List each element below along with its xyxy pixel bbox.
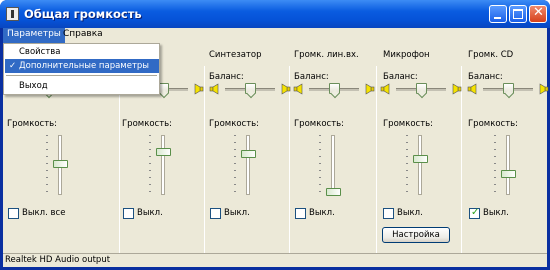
- close-button[interactable]: ✕: [529, 5, 547, 23]
- speaker-left-icon: [380, 83, 392, 95]
- mute-label: Выкл.: [397, 208, 423, 218]
- menu-item-label: Свойства: [19, 47, 61, 57]
- volume-slider-thumb[interactable]: [156, 148, 171, 156]
- speaker-left-icon: [209, 83, 221, 95]
- speaker-right-icon: [192, 83, 204, 95]
- close-icon: ✕: [533, 5, 544, 20]
- balance-label: Баланс:: [209, 72, 244, 82]
- minimize-button[interactable]: [489, 5, 507, 23]
- mute-checkbox-checked[interactable]: [469, 207, 480, 219]
- speaker-right-icon: [450, 83, 462, 95]
- volume-slider-track[interactable]: [418, 135, 422, 195]
- column-title-cd: Громк. CD: [468, 50, 514, 60]
- app-icon[interactable]: [6, 7, 19, 21]
- speaker-right-icon: [279, 83, 291, 95]
- title-bar[interactable]: Общая громкость ✕: [0, 0, 550, 28]
- mute-checkbox[interactable]: [123, 208, 134, 219]
- volume-slider-thumb[interactable]: [241, 150, 256, 158]
- parameters-menu: Свойства ✓ Дополнительные параметры Выход: [3, 43, 160, 95]
- column-title-mic: Микрофон: [383, 50, 430, 60]
- balance-label: Баланс:: [383, 72, 418, 82]
- mute-all-checkbox[interactable]: [8, 208, 19, 219]
- menu-bar: Параметры Справка: [3, 28, 547, 43]
- volume-label: Громкость:: [122, 119, 173, 129]
- volume-slider-track[interactable]: [506, 135, 510, 195]
- menu-item-label: Дополнительные параметры: [19, 61, 150, 71]
- balance-slider-thumb[interactable]: [503, 83, 514, 94]
- mute-label: Выкл.: [483, 208, 509, 218]
- maximize-button[interactable]: [509, 5, 527, 23]
- volume-ticks: [494, 135, 496, 195]
- balance-slider-thumb[interactable]: [245, 83, 256, 94]
- volume-slider-track[interactable]: [161, 135, 165, 195]
- window-title: Общая громкость: [24, 7, 142, 21]
- status-bar: Realtek HD Audio output: [3, 253, 547, 267]
- volume-ticks: [234, 135, 236, 195]
- volume-ticks: [406, 135, 408, 195]
- balance-slider-thumb[interactable]: [416, 83, 427, 94]
- column-divider: [376, 66, 377, 258]
- settings-button[interactable]: Настройка: [382, 227, 450, 243]
- menu-help[interactable]: Справка: [59, 28, 107, 43]
- volume-slider-thumb[interactable]: [501, 170, 516, 178]
- volume-slider-track[interactable]: [246, 135, 250, 195]
- checkmark-icon: ✓: [9, 61, 17, 71]
- speaker-right-icon: [363, 83, 375, 95]
- mute-checkbox[interactable]: [210, 208, 221, 219]
- volume-slider-thumb[interactable]: [53, 160, 68, 168]
- window: Общая громкость ✕ Параметры Справка Синт…: [0, 0, 550, 270]
- menu-item-advanced[interactable]: ✓ Дополнительные параметры: [5, 59, 159, 73]
- menu-item-label: Выход: [19, 81, 48, 91]
- volume-slider-track[interactable]: [331, 135, 335, 195]
- balance-slider-thumb[interactable]: [329, 83, 340, 94]
- volume-ticks: [319, 135, 321, 195]
- mute-all-label: Выкл. все: [22, 208, 66, 218]
- mute-checkbox[interactable]: [383, 208, 394, 219]
- volume-slider-thumb[interactable]: [326, 188, 341, 196]
- mute-label: Выкл.: [309, 208, 335, 218]
- volume-label: Громкость:: [294, 119, 345, 129]
- column-title-line-in: Громк. лин.вх.: [294, 50, 359, 60]
- volume-ticks: [149, 135, 151, 195]
- volume-slider-thumb[interactable]: [413, 155, 428, 163]
- volume-label: Громкость:: [468, 119, 519, 129]
- speaker-right-icon: [537, 83, 549, 95]
- speaker-left-icon: [467, 83, 479, 95]
- balance-label: Баланс:: [468, 72, 503, 82]
- balance-label: Баланс:: [294, 72, 329, 82]
- volume-ticks: [46, 135, 48, 195]
- mute-label: Выкл.: [137, 208, 163, 218]
- speaker-left-icon: [293, 83, 305, 95]
- menu-item-exit[interactable]: Выход: [5, 79, 159, 93]
- menu-item-properties[interactable]: Свойства: [5, 45, 159, 59]
- mute-label: Выкл.: [224, 208, 250, 218]
- column-divider: [204, 66, 205, 258]
- menu-separator: [6, 75, 157, 76]
- status-text: Realtek HD Audio output: [5, 255, 111, 265]
- volume-label: Громкость:: [7, 119, 58, 129]
- column-title-synth: Синтезатор: [209, 50, 262, 60]
- volume-label: Громкость:: [209, 119, 260, 129]
- volume-label: Громкость:: [383, 119, 434, 129]
- mute-checkbox[interactable]: [295, 208, 306, 219]
- menu-parameters[interactable]: Параметры: [3, 28, 65, 43]
